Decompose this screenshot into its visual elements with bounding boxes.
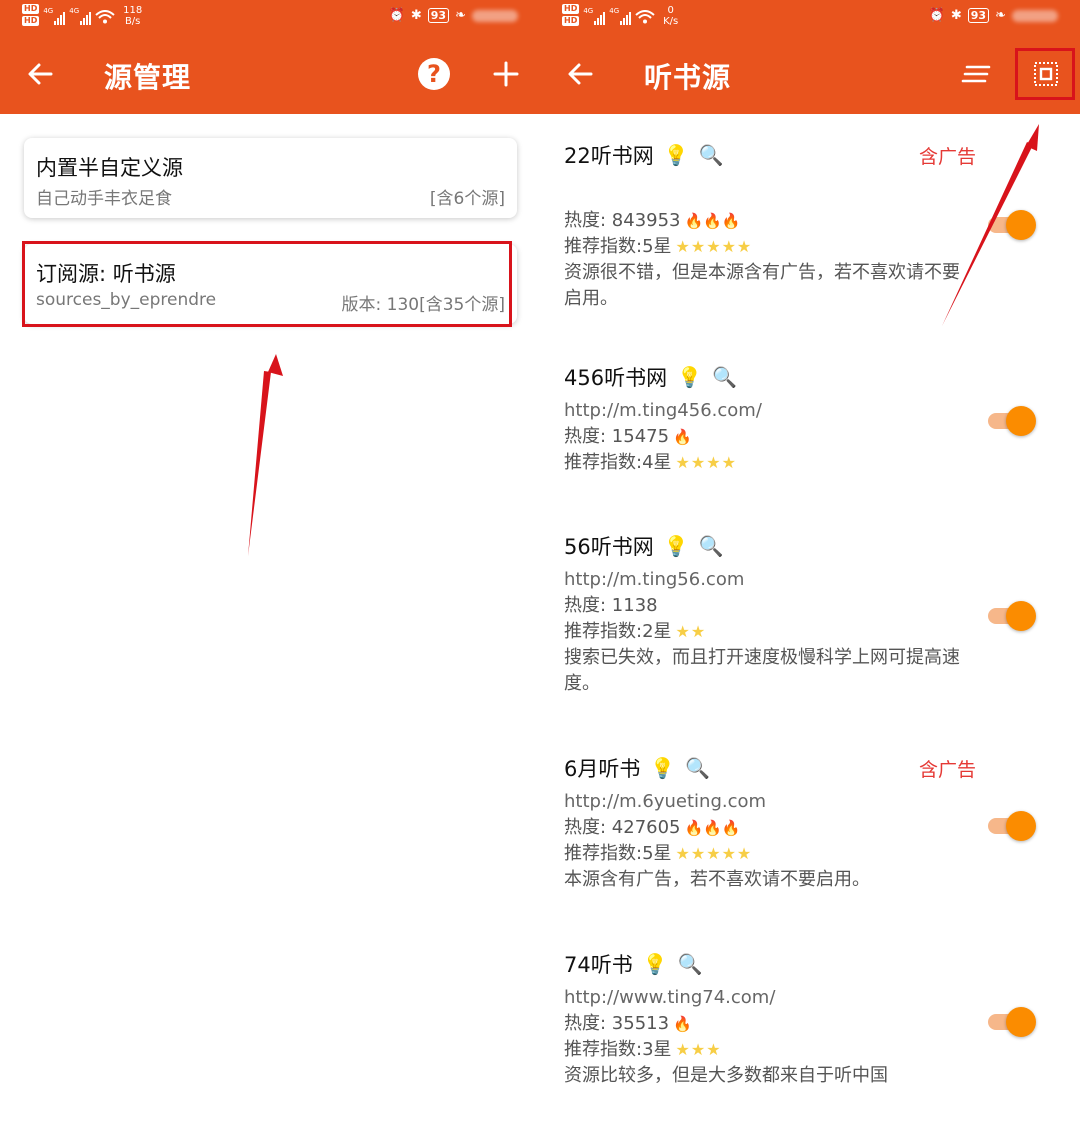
highlight-box [1015, 48, 1075, 100]
enable-toggle[interactable] [988, 1007, 1036, 1037]
rating-label: 推荐指数:5星 [564, 236, 672, 257]
rating-label: 推荐指数:4星 [564, 452, 672, 473]
hd-badge: HD [562, 16, 580, 26]
heat-value: 热度: 35513 [564, 1013, 670, 1034]
magnifier-icon: 🔍 [712, 365, 737, 389]
magnifier-icon: 🔍 [698, 143, 724, 167]
source-name: 6月听书 [564, 757, 641, 781]
source-group-card[interactable]: 内置半自定义源 自己动手丰衣足食 [含6个源] [24, 138, 517, 218]
sort-button[interactable] [956, 54, 996, 94]
app-bar: 源管理 ? [0, 34, 540, 114]
ad-badge: 含广告 [918, 759, 976, 781]
source-description: 资源很不错，但是本源含有广告，若不喜欢请不要启用。 [564, 262, 960, 309]
network-speed: 118 B/s [123, 5, 143, 27]
star-rating: ★★★ [675, 1040, 722, 1059]
arrow-left-icon [28, 63, 53, 85]
heat-value: 热度: 15475 [564, 426, 670, 447]
ad-badge: 含广告 [918, 146, 976, 168]
rating-label: 推荐指数:3星 [564, 1039, 672, 1060]
star-rating: ★★ [675, 622, 707, 641]
back-button[interactable] [560, 54, 600, 94]
enable-toggle[interactable] [988, 406, 1036, 436]
network-speed: 0 K/s [663, 5, 679, 27]
list-item[interactable]: 456听书网 💡 🔍 http://m.ting456.com/ 热度: 15475… [564, 362, 1064, 476]
source-description: 资源比较多，但是大多数都来自于听中国 [564, 1065, 888, 1086]
card-title: 内置半自定义源 [36, 156, 183, 180]
source-url[interactable]: http://m.ting56.com [564, 567, 1064, 593]
card-subtitle: 自己动手丰衣足食 [36, 189, 172, 209]
source-name: 456听书网 [564, 366, 668, 390]
sort-icon [961, 65, 991, 83]
wifi-icon [635, 10, 655, 24]
lightbulb-icon: 💡 [663, 143, 689, 167]
source-description: 本源含有广告，若不喜欢请不要启用。 [564, 869, 870, 890]
battery-indicator: 93 [967, 8, 990, 23]
right-screen: HD HD 4G 4G 0 K/s ⏰ ✱ 93 ❧ 听书源 22听书网 💡 🔍… [540, 0, 1080, 1148]
lightbulb-icon: 💡 [650, 756, 676, 780]
status-bar: HD HD 4G 4G 118 B/s ⏰ ✱ 93 ❧ [0, 0, 540, 34]
time-blurred [1012, 9, 1058, 22]
star-rating: ★★★★ [675, 453, 737, 472]
list-item[interactable]: 74听书 💡 🔍 http://www.ting74.com/ 热度: 35513 🔥… [564, 949, 1064, 1089]
enable-toggle[interactable] [988, 601, 1036, 631]
arrow-left-icon [568, 63, 593, 85]
time-blurred [472, 9, 518, 22]
bluetooth-icon: ✱ [950, 8, 962, 23]
hd-badge: HD [22, 16, 40, 26]
magnifier-icon: 🔍 [698, 534, 724, 558]
enable-toggle[interactable] [988, 210, 1036, 240]
left-screen: HD HD 4G 4G 118 B/s ⏰ ✱ 93 ❧ 源管理 ? 内置半自定义… [0, 0, 540, 1148]
hd-badge: HD [562, 4, 580, 14]
rating-label: 推荐指数:2星 [564, 621, 672, 642]
source-description: 搜索已失效，而且打开速度极慢科学上网可提高速度。 [564, 647, 960, 694]
lightbulb-icon: 💡 [677, 365, 702, 389]
leaf-icon: ❧ [995, 8, 1006, 23]
highlight-box [22, 241, 512, 327]
source-name: 56听书网 [564, 535, 654, 559]
add-source-button[interactable] [484, 52, 528, 96]
battery-indicator: 93 [427, 8, 450, 23]
star-rating: ★★★★★ [675, 844, 753, 863]
star-rating: ★★★★★ [675, 237, 753, 256]
signal-icon: 4G [69, 7, 92, 25]
card-source-count: [含6个源] [429, 189, 505, 209]
list-item[interactable]: 22听书网 💡 🔍 含广告 热度: 843953 🔥🔥🔥 推荐指数:5星 ★★★★★ 资… [564, 140, 1064, 312]
list-item[interactable]: 6月听书 💡 🔍 含广告 http://m.6yueting.com 热度: 427… [564, 753, 1064, 893]
flame-icon: 🔥🔥🔥 [684, 819, 741, 837]
flame-icon: 🔥🔥🔥 [684, 212, 741, 230]
lightbulb-icon: 💡 [642, 952, 668, 976]
source-name: 22听书网 [564, 144, 654, 168]
app-bar: 听书源 [540, 34, 1080, 114]
hd-badge: HD [22, 4, 40, 14]
magnifier-icon: 🔍 [677, 952, 703, 976]
signal-icon: 4G [43, 7, 66, 25]
heat-value: 热度: 843953 [564, 210, 681, 231]
flame-icon: 🔥 [673, 1015, 692, 1033]
leaf-icon: ❧ [455, 8, 466, 23]
signal-icon: 4G [609, 7, 632, 25]
rating-label: 推荐指数:5星 [564, 843, 672, 864]
plus-icon [493, 61, 519, 87]
heat-value: 热度: 427605 [564, 817, 681, 838]
source-name: 74听书 [564, 953, 633, 977]
wifi-icon [95, 10, 115, 24]
signal-icon: 4G [583, 7, 606, 25]
flame-icon: 🔥 [673, 428, 692, 446]
page-title: 源管理 [104, 61, 192, 94]
status-bar: HD HD 4G 4G 0 K/s ⏰ ✱ 93 ❧ [540, 0, 1080, 34]
page-title: 听书源 [644, 61, 732, 94]
back-button[interactable] [20, 54, 60, 94]
list-item[interactable]: 56听书网 💡 🔍 http://m.ting56.com 热度: 1138 推荐指… [564, 531, 1064, 697]
lightbulb-icon: 💡 [663, 534, 689, 558]
heat-value: 热度: 1138 [564, 595, 658, 616]
enable-toggle[interactable] [988, 811, 1036, 841]
magnifier-icon: 🔍 [685, 756, 711, 780]
help-button[interactable]: ? [418, 58, 450, 90]
bluetooth-icon: ✱ [410, 8, 422, 23]
alarm-icon: ⏰ [388, 8, 405, 23]
alarm-icon: ⏰ [928, 8, 945, 23]
